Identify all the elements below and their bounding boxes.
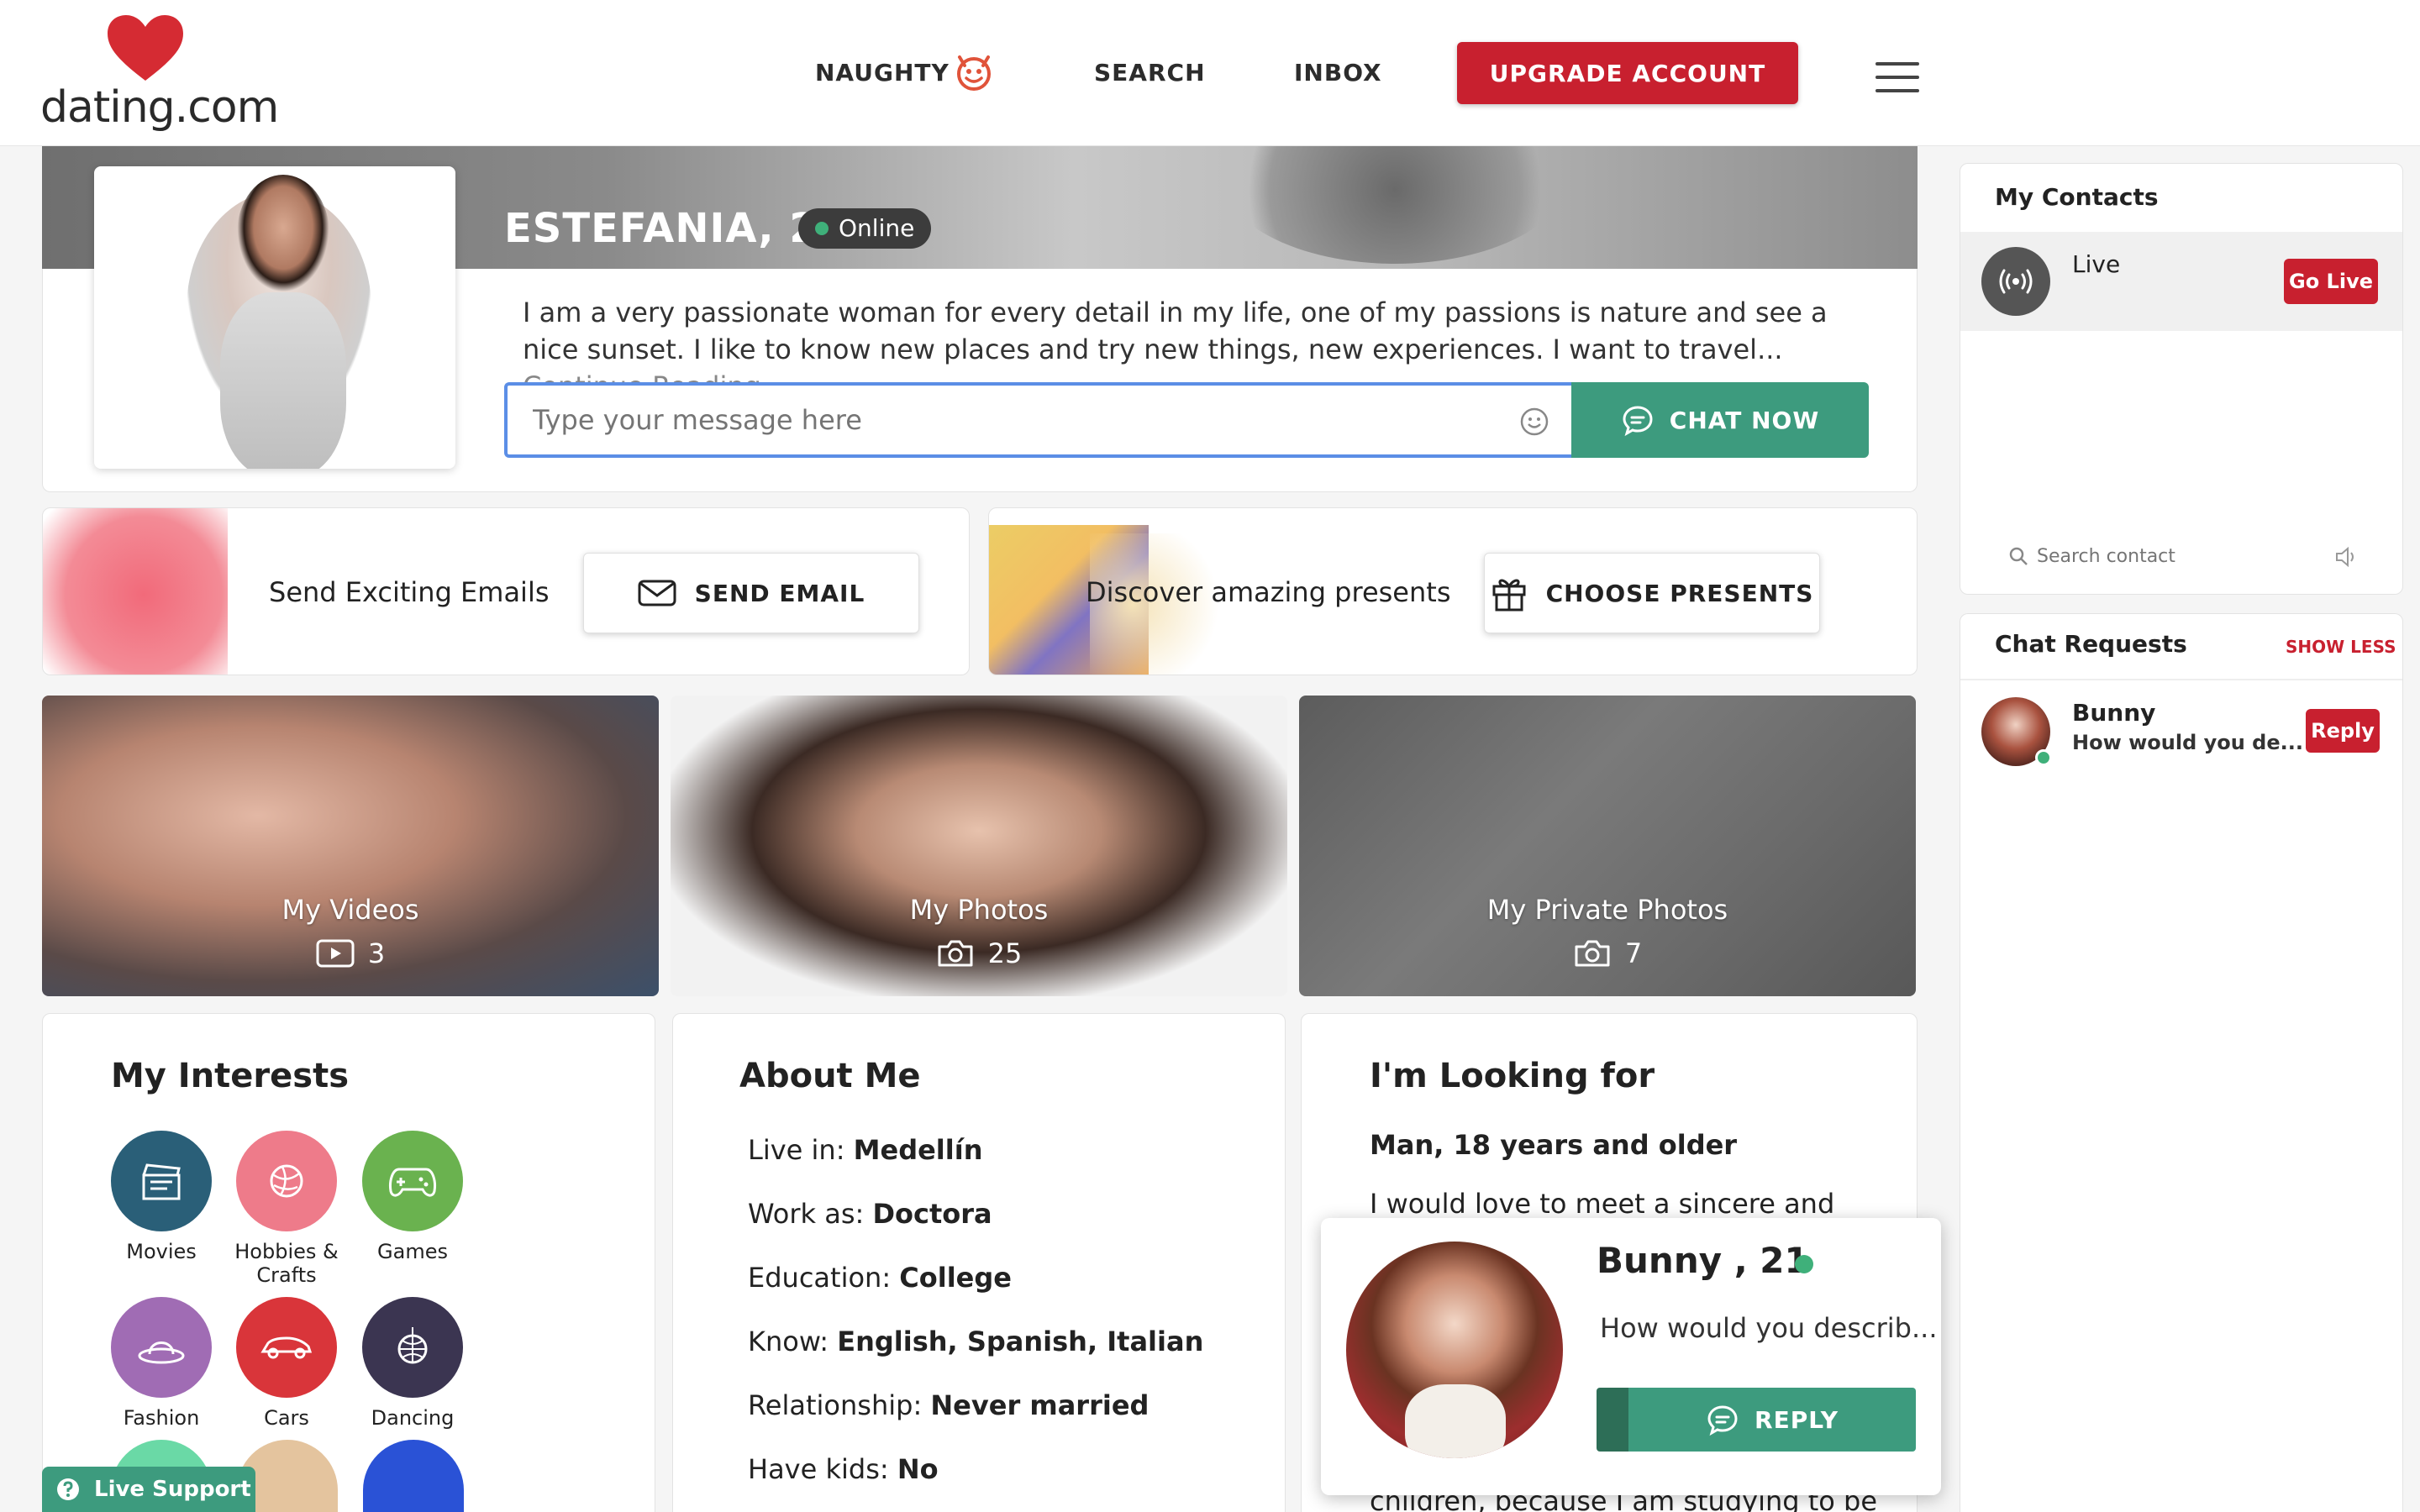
heart-logo-icon[interactable]	[108, 15, 183, 82]
profile-name: ESTEFANIA, 27	[504, 205, 848, 252]
bio-text: I am a very passionate woman for every d…	[523, 297, 1828, 365]
camera-icon	[1575, 940, 1610, 967]
top-header: dating.com NAUGHTY SEARCH INBOX UPGRADE …	[0, 0, 2420, 146]
live-support-label: Live Support	[94, 1477, 251, 1502]
car-icon	[260, 1336, 313, 1359]
popup-message: How would you describ...	[1600, 1312, 1938, 1344]
bunny-online-dot	[2035, 749, 2052, 766]
clapperboard-icon	[142, 1163, 181, 1200]
camera-icon	[938, 940, 973, 967]
popup-reply-button[interactable]: REPLY	[1597, 1388, 1916, 1452]
nav-naughty-label: NAUGHTY	[815, 59, 950, 87]
gift-icon	[1492, 579, 1526, 612]
message-input[interactable]	[504, 382, 1573, 458]
envelope-icon	[638, 580, 676, 606]
gamepad-icon	[389, 1168, 436, 1197]
go-live-button[interactable]: Go Live	[2284, 259, 2378, 304]
about-live-in: Live in: Medellín	[748, 1134, 983, 1166]
live-label: Live	[2072, 250, 2121, 278]
help-question-icon	[57, 1478, 79, 1500]
popup-avatar[interactable]	[1346, 1242, 1563, 1458]
my-contacts-title: My Contacts	[1995, 183, 2159, 211]
send-emails-text: Send Exciting Emails	[269, 576, 550, 608]
nav-naughty[interactable]: NAUGHTY	[815, 59, 950, 87]
about-education: Education: College	[748, 1262, 1012, 1294]
my-photos-tile[interactable]: My Photos 25	[671, 696, 1287, 996]
interest-games[interactable]: Games	[350, 1131, 476, 1263]
interest-dancing[interactable]: Dancing	[350, 1297, 476, 1430]
search-icon	[2008, 546, 2028, 566]
reply-small-button[interactable]: Reply	[2306, 709, 2380, 753]
popup-name: Bunny , 21	[1597, 1240, 1809, 1281]
send-email-label: SEND EMAIL	[694, 579, 865, 607]
show-less-link[interactable]: SHOW LESS	[2286, 637, 2396, 657]
send-email-button[interactable]: SEND EMAIL	[583, 553, 919, 633]
search-contact-input[interactable]	[2037, 543, 2306, 570]
chat-bubble-icon	[1707, 1405, 1738, 1436]
logo-text[interactable]: dating.com	[40, 82, 279, 133]
disco-ball-icon	[397, 1327, 428, 1364]
my-videos-tile[interactable]: My Videos 3	[42, 696, 659, 996]
photos-count-value: 25	[987, 937, 1023, 969]
interest-movies-label: Movies	[126, 1240, 197, 1263]
bunny-request-name: Bunny	[2072, 699, 2156, 727]
heart-decoration	[43, 508, 228, 675]
my-photos-label: My Photos	[909, 894, 1049, 926]
choose-presents-button[interactable]: CHOOSE PRESENTS	[1484, 553, 1820, 633]
hamburger-menu-icon[interactable]	[1876, 62, 1919, 92]
videos-count-value: 3	[367, 937, 386, 969]
interest-cars-label: Cars	[264, 1406, 309, 1430]
nav-search[interactable]: SEARCH	[1094, 59, 1206, 87]
popup-online-dot	[1795, 1255, 1813, 1273]
speaker-icon[interactable]	[2334, 546, 2360, 568]
yarn-ball-icon	[270, 1164, 303, 1198]
my-videos-label: My Videos	[281, 894, 419, 926]
interest-movies[interactable]: Movies	[98, 1131, 224, 1263]
chat-bubble-icon	[1623, 406, 1653, 437]
interest-hobbies-label: Hobbies & Crafts	[234, 1240, 339, 1287]
emoji-smile-icon[interactable]	[1519, 407, 1549, 437]
profile-avatar[interactable]	[94, 166, 455, 469]
interest-games-label: Games	[377, 1240, 448, 1263]
video-icon	[316, 939, 355, 968]
my-private-photos-count: 7	[1299, 937, 1916, 969]
about-work-as: Work as: Doctora	[748, 1198, 992, 1230]
looking-for-text-top: I would love to meet a sincere and	[1370, 1188, 1835, 1220]
online-status-badge: Online	[798, 208, 932, 249]
discover-presents-text: Discover amazing presents	[1086, 576, 1451, 608]
upgrade-account-button[interactable]: UPGRADE ACCOUNT	[1457, 42, 1798, 104]
my-contacts-panel	[1960, 163, 2403, 595]
popup-reply-label: REPLY	[1754, 1405, 1839, 1434]
choose-presents-label: CHOOSE PRESENTS	[1545, 579, 1814, 607]
interest-fashion-label: Fashion	[123, 1406, 200, 1430]
chat-requests-title: Chat Requests	[1995, 630, 2187, 658]
about-kids: Have kids: No	[748, 1453, 939, 1485]
my-private-photos-label: My Private Photos	[1486, 894, 1728, 926]
hat-icon	[138, 1341, 185, 1364]
nav-inbox[interactable]: INBOX	[1294, 59, 1382, 87]
looking-for-subtitle: Man, 18 years and older	[1370, 1129, 1738, 1161]
live-broadcast-icon	[1981, 247, 2050, 316]
about-relationship: Relationship: Never married	[748, 1389, 1150, 1421]
about-me-title: About Me	[739, 1057, 921, 1095]
looking-for-title: I'm Looking for	[1370, 1057, 1655, 1095]
chat-now-button[interactable]: CHAT NOW	[1571, 382, 1869, 458]
my-private-photos-tile[interactable]: My Private Photos 7	[1299, 696, 1916, 996]
chat-now-label: CHAT NOW	[1669, 406, 1820, 434]
my-videos-count: 3	[42, 937, 659, 969]
interests-title: My Interests	[111, 1057, 350, 1095]
bunny-request-message: How would you de...	[2072, 731, 2303, 754]
about-languages: Know: English, Spanish, Italian	[748, 1326, 1204, 1357]
interest-hobbies-crafts[interactable]: Hobbies & Crafts	[224, 1131, 350, 1287]
devil-face-icon[interactable]	[953, 50, 995, 92]
private-photos-count-value: 7	[1624, 937, 1643, 969]
interest-fashion[interactable]: Fashion	[98, 1297, 224, 1430]
online-status-text: Online	[839, 214, 915, 242]
interest-dancing-label: Dancing	[371, 1406, 455, 1430]
interest-cars[interactable]: Cars	[224, 1297, 350, 1430]
my-photos-count: 25	[671, 937, 1287, 969]
online-dot-icon	[815, 222, 829, 235]
live-support-button[interactable]: Live Support	[42, 1467, 255, 1512]
